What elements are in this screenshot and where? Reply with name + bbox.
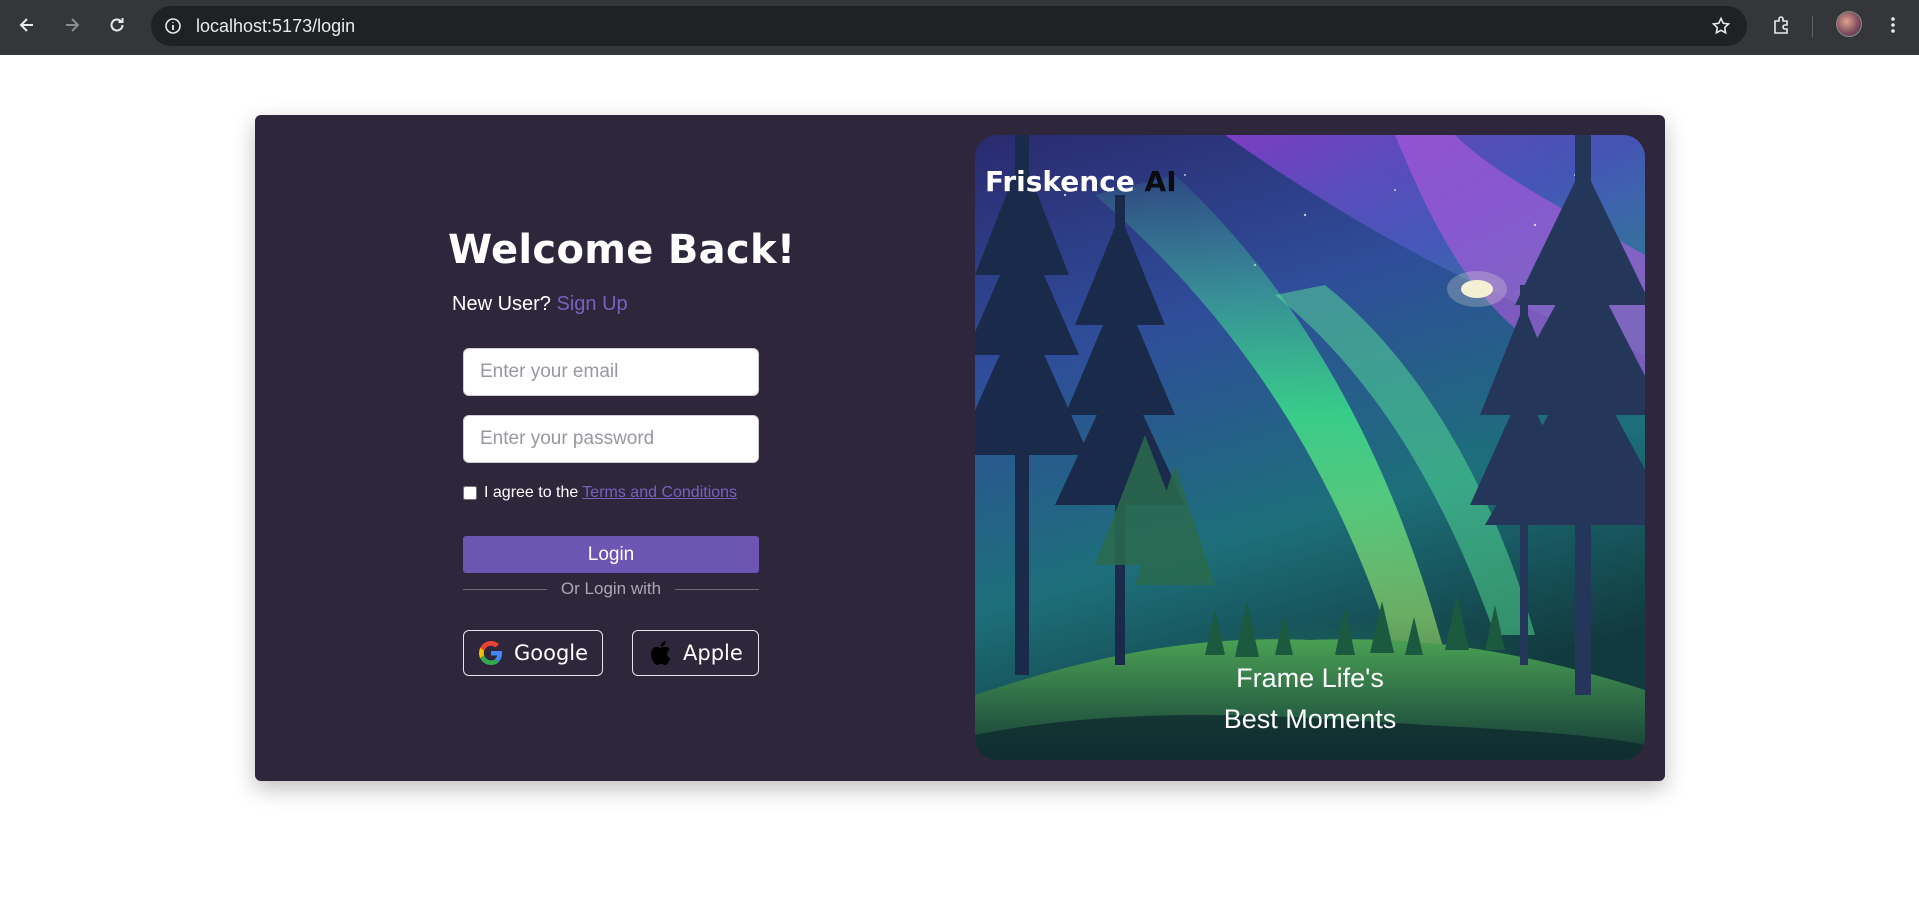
toolbar-divider xyxy=(1812,16,1813,38)
password-field[interactable] xyxy=(463,415,759,463)
tagline-line-1: Frame Life's xyxy=(1236,663,1384,693)
apple-login-button[interactable]: Apple xyxy=(632,630,759,676)
terms-text: I agree to the xyxy=(484,484,579,501)
apple-icon xyxy=(647,640,673,666)
login-form: Welcome Back! New User? Sign Up I agree … xyxy=(255,115,975,781)
apple-label: Apple xyxy=(683,641,743,665)
bookmark-star-icon[interactable] xyxy=(1709,14,1733,38)
address-bar[interactable]: localhost:5173/login xyxy=(151,6,1747,46)
browser-toolbar: localhost:5173/login xyxy=(0,0,1919,55)
brand-logo: Friskence AI xyxy=(985,165,1177,198)
page-title: Welcome Back! xyxy=(448,227,796,273)
menu-kebab-icon[interactable] xyxy=(1880,12,1906,38)
site-info-icon[interactable] xyxy=(161,14,185,38)
google-label: Google xyxy=(514,641,589,665)
brand-suffix: AI xyxy=(1144,165,1177,198)
tagline-line-2: Best Moments xyxy=(1223,704,1397,734)
new-user-text: New User? xyxy=(452,293,551,315)
reload-icon[interactable] xyxy=(104,12,130,38)
divider: Or Login with xyxy=(463,577,760,601)
url-text[interactable]: localhost:5173/login xyxy=(196,16,355,37)
tagline: Frame Life's Best Moments xyxy=(975,658,1645,740)
back-icon[interactable] xyxy=(14,12,40,38)
profile-avatar[interactable] xyxy=(1836,11,1862,37)
terms-row: I agree to the Terms and Conditions xyxy=(463,484,737,502)
divider-text: Or Login with xyxy=(560,579,662,598)
hero-image: Friskence AI Frame Life's Best Moments xyxy=(975,135,1645,760)
signup-link[interactable]: Sign Up xyxy=(556,293,627,315)
login-button[interactable]: Login xyxy=(463,536,759,573)
new-user-prompt: New User? Sign Up xyxy=(452,293,628,316)
brand-name: Friskence xyxy=(985,165,1135,198)
terms-checkbox[interactable] xyxy=(463,486,477,500)
divider-line-right xyxy=(675,588,760,590)
email-field[interactable] xyxy=(463,348,759,396)
google-icon xyxy=(478,640,504,666)
extensions-icon[interactable] xyxy=(1768,12,1794,38)
divider-line-left xyxy=(463,588,547,590)
login-card: Welcome Back! New User? Sign Up I agree … xyxy=(255,115,1665,781)
forward-icon[interactable] xyxy=(59,12,85,38)
terms-link[interactable]: Terms and Conditions xyxy=(582,484,737,502)
google-login-button[interactable]: Google xyxy=(463,630,603,676)
